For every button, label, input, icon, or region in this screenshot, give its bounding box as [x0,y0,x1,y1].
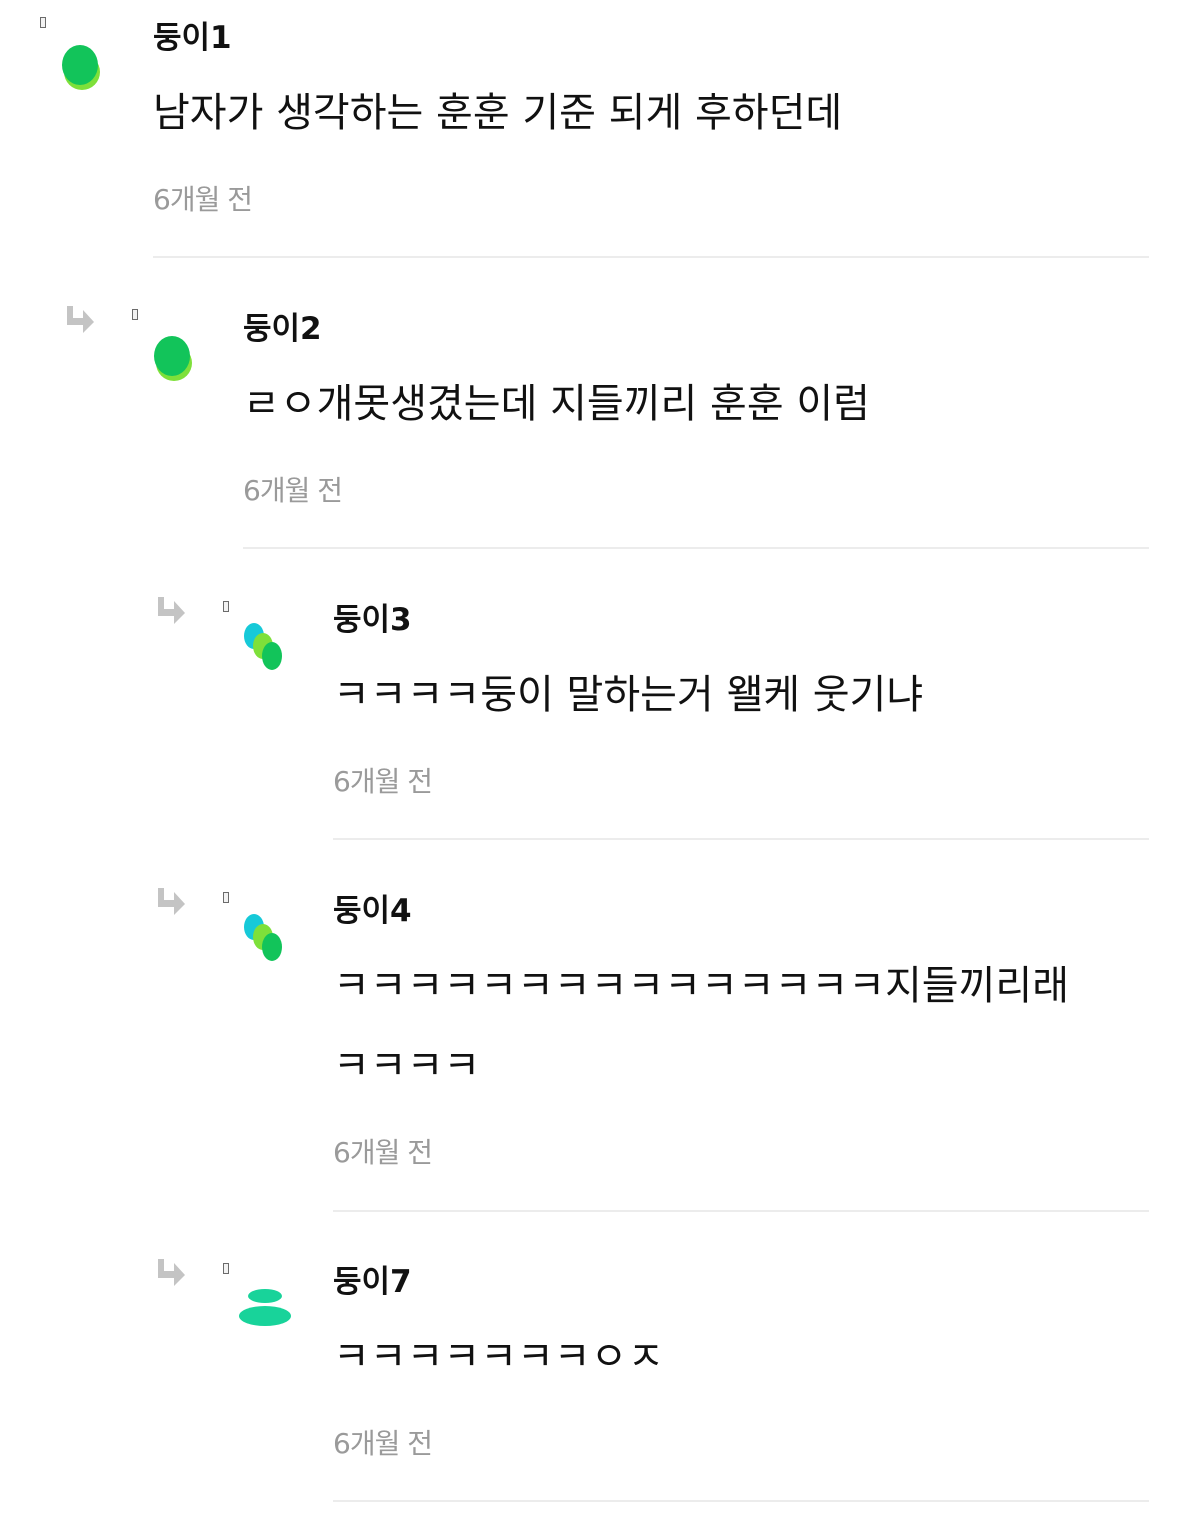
comment-text: ㄹㅇ개못생겼는데 지들끼리 훈훈 이럼 [243,381,870,427]
comment-timestamp: 6개월 전 [243,474,343,507]
comment-nickname[interactable]: 둥이2 [243,311,322,347]
reply-arrow-icon [158,597,185,624]
comment-divider [153,256,1149,258]
marker-icon [132,309,138,320]
reply-arrow-icon [158,888,185,915]
comment-divider [243,547,1149,549]
comment-nickname[interactable]: 둥이1 [153,20,232,56]
comment-timestamp: 6개월 전 [333,765,433,798]
comment-text: ㅋㅋㅋㅋㅋㅋㅋㅇㅈ [333,1334,665,1380]
comment-nickname[interactable]: 둥이7 [333,1264,412,1300]
reply-arrow-icon [158,1259,185,1286]
comment-divider [333,1500,1149,1502]
marker-icon [223,601,229,612]
mint-disc-icon [239,1289,291,1326]
comment-timestamp: 6개월 전 [333,1427,433,1460]
green-blob-icon [154,336,192,381]
comment-nickname[interactable]: 둥이3 [333,602,412,638]
marker-icon [223,892,229,903]
comment-timestamp: 6개월 전 [153,183,253,216]
triple-dot-icon [244,914,282,961]
green-blob-icon [62,45,100,90]
comment-text: ㅋㅋㅋㅋ둥이 말하는거 왤케 웃기냐 [333,672,924,718]
marker-icon [223,1263,229,1274]
comment-text-line: ㅋㅋㅋㅋ [333,1043,481,1089]
comment-text: 남자가 생각하는 훈훈 기준 되게 후하던데 [153,90,843,136]
comment-nickname[interactable]: 둥이4 [333,893,412,929]
comment-divider [333,838,1149,840]
comment-text-line: ㅋㅋㅋㅋㅋㅋㅋㅋㅋㅋㅋㅋㅋㅋㅋ지들끼리래 [333,963,1069,1009]
comment-timestamp: 6개월 전 [333,1136,433,1169]
triple-dot-icon [244,623,282,670]
comment-divider [333,1210,1149,1212]
marker-icon [40,17,46,28]
reply-arrow-icon [67,306,94,333]
